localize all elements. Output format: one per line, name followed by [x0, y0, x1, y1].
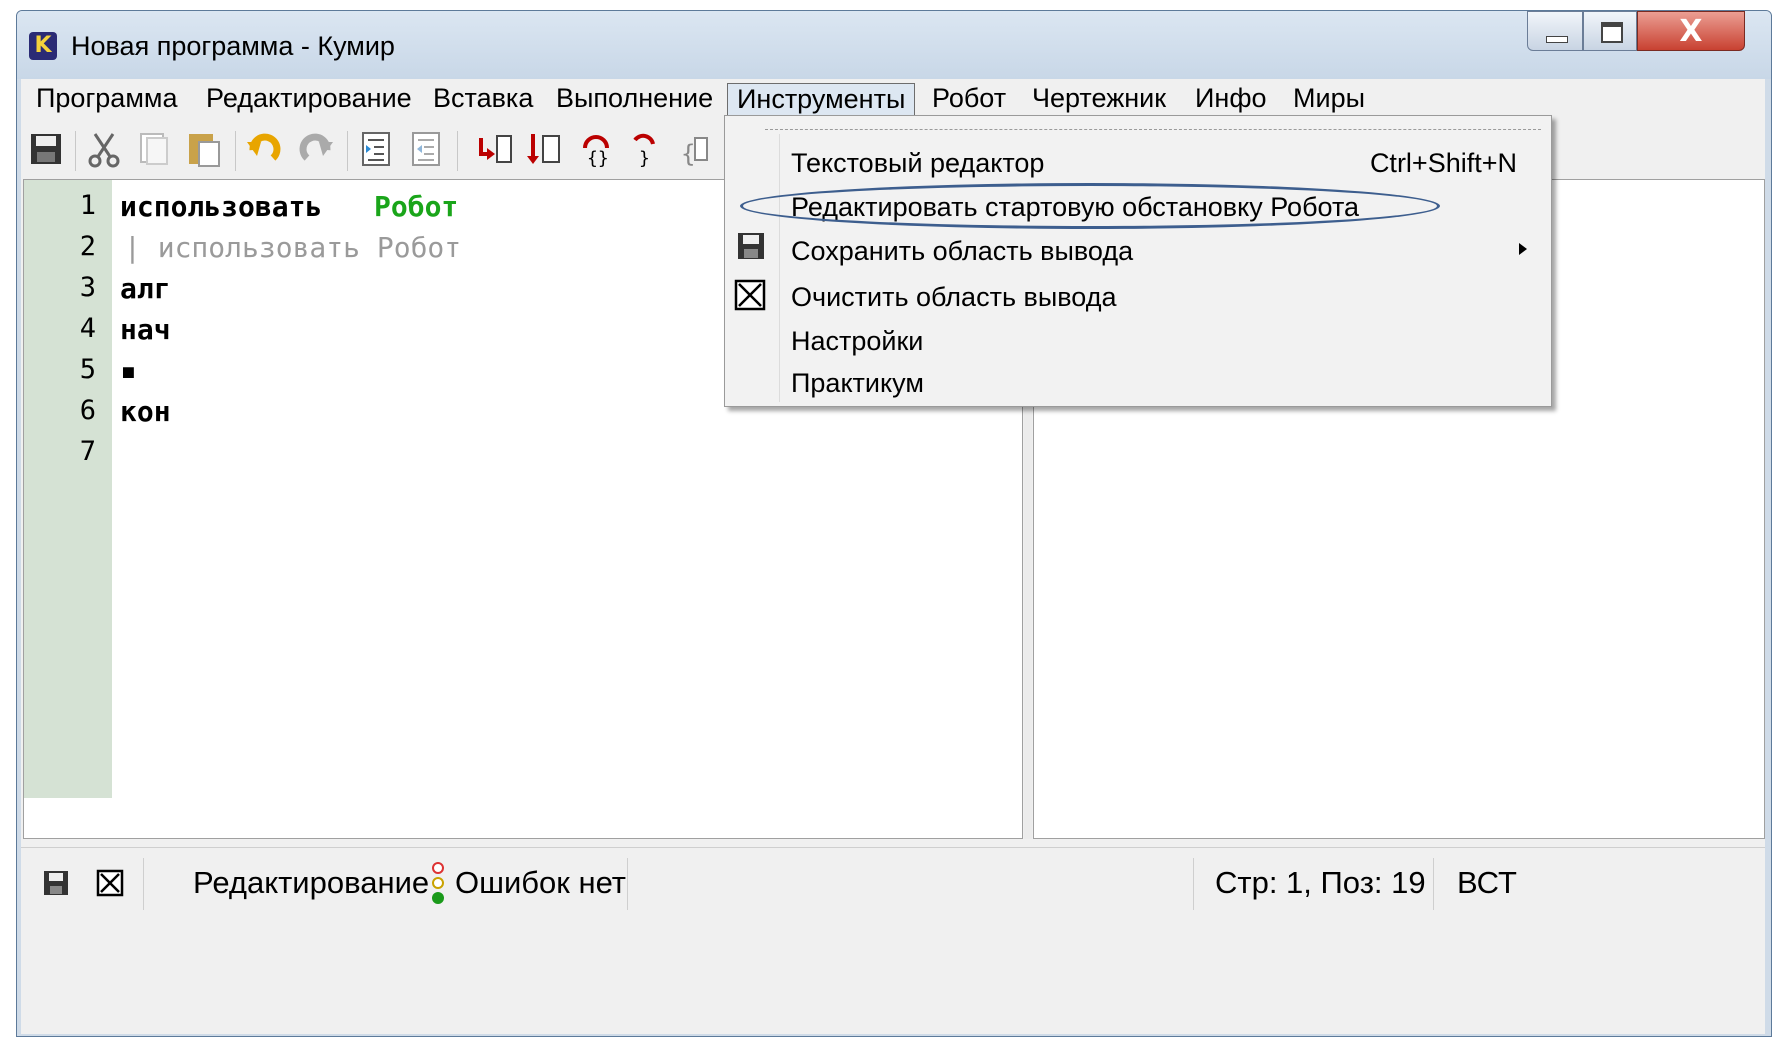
code-keyword-alg: алг	[120, 272, 171, 305]
menu-item-save-output[interactable]: Сохранить область вывода	[791, 236, 1133, 267]
submenu-arrow-icon	[1519, 243, 1527, 255]
svg-text:}: }	[639, 148, 650, 169]
indent-icon[interactable]	[355, 128, 397, 170]
unindent-icon[interactable]	[405, 128, 447, 170]
line-number-gutter: 1 2 3 4 5 6 7	[24, 180, 112, 798]
line-number: 6	[79, 395, 96, 426]
tools-dropdown-menu: Текстовый редактор Ctrl+Shift+N Редактир…	[724, 115, 1552, 407]
code-module-name: Робот	[374, 190, 459, 223]
menu-program[interactable]: Программа	[27, 83, 186, 119]
text-cursor: ▪	[120, 354, 137, 387]
shortcut-text-editor: Ctrl+Shift+N	[1369, 148, 1517, 178]
menu-robot[interactable]: Робот	[923, 83, 1015, 119]
code-keyword-use: использовать	[120, 190, 323, 223]
menu-item-clear-output[interactable]: Очистить область вывода	[791, 282, 1117, 313]
traffic-light-icon	[432, 862, 444, 904]
save-icon	[738, 233, 764, 259]
code-keyword-end: кон	[120, 395, 171, 428]
line-number: 3	[79, 272, 96, 303]
menu-draftsman[interactable]: Чертежник	[1023, 83, 1175, 119]
annotation-ellipse	[740, 183, 1440, 229]
status-errors: Ошибок нет	[455, 865, 626, 900]
kumir-app-icon: K	[29, 32, 57, 60]
line-number: 5	[79, 354, 96, 385]
step-into-icon[interactable]	[473, 128, 515, 170]
save-icon[interactable]	[25, 128, 67, 170]
menu-item-practicum[interactable]: Практикум	[791, 368, 924, 399]
step-icon[interactable]: }	[625, 128, 667, 170]
close-icon: X	[1679, 14, 1703, 49]
clear-icon	[734, 279, 766, 311]
redo-icon[interactable]	[295, 128, 337, 170]
tear-off-line[interactable]	[765, 129, 1541, 130]
paste-icon[interactable]	[183, 128, 225, 170]
minimize-button[interactable]	[1527, 11, 1583, 51]
code-hint-line: | использовать Робот	[124, 231, 462, 264]
step-out-icon[interactable]: {	[675, 128, 717, 170]
title-bar[interactable]: K Новая программа - Кумир X	[17, 11, 1771, 79]
menu-editing[interactable]: Редактирование	[197, 83, 421, 119]
save-output-icon[interactable]	[41, 868, 71, 898]
menu-info[interactable]: Инфо	[1186, 83, 1276, 119]
line-number: 2	[79, 231, 96, 262]
undo-icon[interactable]	[243, 128, 285, 170]
menu-item-settings[interactable]: Настройки	[791, 326, 923, 357]
status-cursor-position: Стр: 1, Поз: 19	[1215, 865, 1426, 900]
run-icon[interactable]: {}	[575, 128, 617, 170]
menu-run[interactable]: Выполнение	[547, 83, 722, 119]
menu-worlds[interactable]: Миры	[1284, 83, 1374, 119]
status-insert-mode: ВСТ	[1457, 865, 1517, 900]
menu-insert[interactable]: Вставка	[424, 83, 542, 119]
svg-text:{: {	[681, 140, 695, 168]
line-number: 1	[79, 190, 96, 221]
menu-item-text-editor[interactable]: Текстовый редактор	[791, 148, 1044, 179]
cut-icon[interactable]	[83, 128, 125, 170]
clear-output-icon[interactable]	[95, 868, 125, 898]
window-title: Новая программа - Кумир	[71, 31, 395, 61]
step-over-icon[interactable]	[523, 128, 565, 170]
line-number: 7	[79, 436, 96, 467]
status-mode: Редактирование	[193, 865, 430, 900]
status-bar: Редактирование Ошибок нет Стр: 1, Поз: 1…	[21, 847, 1765, 918]
line-number: 4	[79, 313, 96, 344]
svg-text:{}: {}	[587, 148, 609, 169]
close-button[interactable]: X	[1637, 11, 1745, 51]
code-keyword-begin: нач	[120, 313, 171, 346]
maximize-button[interactable]	[1583, 11, 1637, 51]
menu-tools[interactable]: Инструменты	[727, 83, 916, 119]
copy-icon[interactable]	[133, 128, 175, 170]
